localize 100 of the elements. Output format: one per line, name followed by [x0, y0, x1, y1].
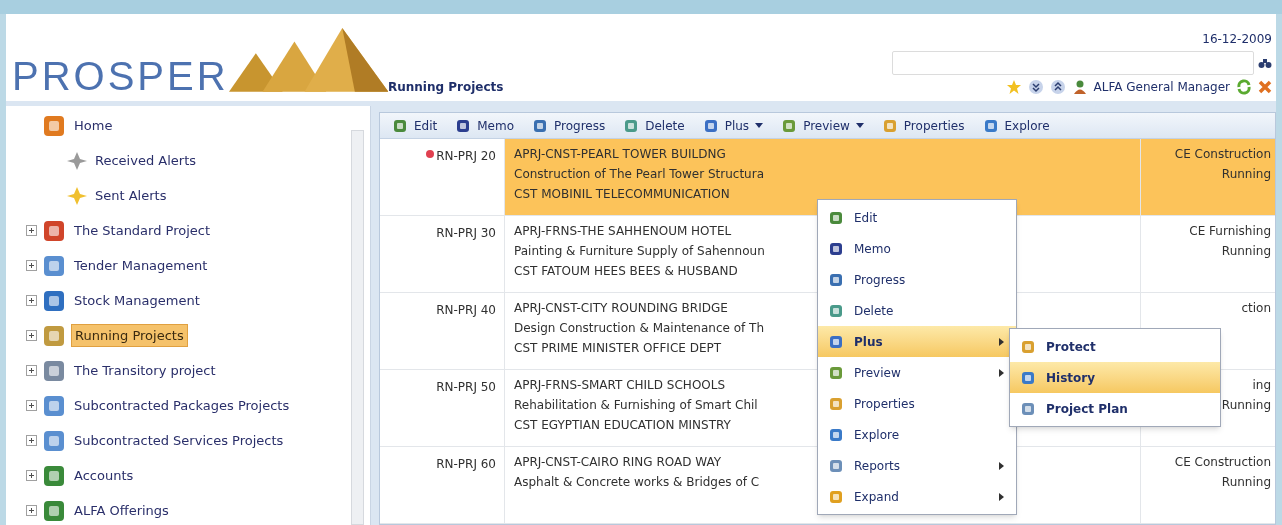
tree-item[interactable]: Sent Alerts [92, 185, 170, 206]
project-line: Asphalt & Concrete works & Bridges of C [514, 474, 760, 491]
toolbar-icon [982, 117, 999, 134]
expand-icon[interactable] [26, 330, 37, 341]
project-line: CST FATOUM HEES BEES & HUSBAND [514, 263, 738, 280]
submenu-arrow-icon [999, 337, 1004, 346]
submenu-arrow-icon [999, 492, 1004, 501]
menu-item[interactable]: Plus [818, 326, 1016, 357]
tree-item[interactable]: The Standard Project [71, 219, 214, 242]
toolbar-button[interactable]: Progress [532, 116, 606, 135]
project-id: RN-PRJ 40 [436, 302, 496, 319]
star-icon[interactable] [1005, 79, 1022, 95]
tree-item[interactable]: Tender Management [71, 254, 211, 277]
project-id: RN-PRJ 60 [436, 456, 496, 473]
status-text: Running [1220, 474, 1271, 491]
toolbar-icon [881, 117, 898, 134]
tree-item[interactable]: Subcontracted Packages Projects [71, 394, 293, 417]
status-text: ction [1240, 300, 1271, 317]
close-icon[interactable] [1258, 80, 1272, 94]
submenu-arrow-icon [999, 461, 1004, 470]
tree-item[interactable]: The Transitory project [71, 359, 219, 382]
status-text: ing [1251, 377, 1271, 394]
menu-item[interactable]: Progress [818, 264, 1016, 295]
expand-icon[interactable] [26, 365, 37, 376]
refresh-icon[interactable] [1236, 79, 1252, 95]
menu-icon [828, 395, 844, 412]
menu-icon [828, 488, 844, 505]
date-text: 16-12-2009 [1202, 31, 1272, 48]
project-id: RN-PRJ 30 [436, 225, 496, 242]
toolbar-icon [781, 117, 798, 134]
chevrons-up-icon[interactable] [1049, 79, 1066, 95]
menu-icon [828, 271, 844, 288]
page-title: Running Projects [388, 79, 504, 96]
toolbar-button[interactable]: Edit [392, 116, 438, 135]
status-text: CE Furnishing [1188, 223, 1271, 240]
toolbar-button[interactable]: Memo [455, 116, 515, 135]
project-line: Rehabilitation & Furnishing of Smart Chil [514, 397, 758, 414]
toolbar-button[interactable]: Preview [781, 116, 864, 135]
menu-icon [828, 364, 844, 381]
chevrons-down-icon[interactable] [1027, 79, 1044, 95]
toolbar-button[interactable]: Explore [982, 116, 1050, 135]
logo-text: PROSPER [12, 56, 229, 98]
expand-icon[interactable] [26, 435, 37, 446]
toolbar-button[interactable]: Delete [623, 116, 685, 135]
toolbar-icon [455, 117, 472, 134]
menu-icon [828, 240, 844, 257]
menu-item[interactable]: Delete [818, 295, 1016, 326]
search-field[interactable] [892, 51, 1254, 75]
menu-icon [828, 209, 844, 226]
project-line: Painting & Furniture Supply of Sahennoun [514, 243, 765, 260]
tree-item[interactable]: Accounts [71, 464, 137, 487]
scrollbar[interactable] [351, 130, 364, 525]
menu-item[interactable]: Memo [818, 233, 1016, 264]
menu-icon [828, 302, 844, 319]
toolbar-icon [702, 117, 719, 134]
tree-item[interactable]: ALFA Offerings [71, 499, 172, 522]
tree-item[interactable]: Running Projects [71, 323, 188, 348]
menu-icon [828, 457, 844, 474]
project-line: Construction of The Pearl Tower Structura [514, 166, 764, 183]
tree-item[interactable]: Home [71, 114, 116, 137]
project-line: Design Construction & Maintenance of Th [514, 320, 765, 337]
expand-icon[interactable] [26, 470, 37, 481]
status-text: Running [1220, 397, 1271, 414]
user-icon[interactable] [1071, 79, 1088, 95]
status-text: CE Construction [1173, 146, 1271, 163]
menu-item[interactable]: Expand [818, 481, 1016, 512]
status-text: CE Construction [1173, 454, 1271, 471]
menu-item[interactable]: Reports [818, 450, 1016, 481]
menu-icon [1020, 338, 1036, 355]
status-text: Running [1220, 243, 1271, 260]
toolbar-icon [623, 117, 640, 134]
project-line: APRJ-CNST-CAIRO RING ROAD WAY [514, 454, 722, 471]
toolbar-icon [392, 117, 408, 134]
caret-icon [755, 123, 764, 128]
menu-item[interactable]: History [1010, 362, 1220, 393]
project-line: CST PRIME MINISTER OFFICE DEPT [514, 340, 722, 357]
menu-icon [828, 426, 844, 443]
expand-icon[interactable] [26, 505, 37, 516]
toolbar-button[interactable]: Properties [881, 116, 965, 135]
project-line: APRJ-CNST-CITY ROUNDING BRIDGE [514, 300, 728, 317]
binoculars-icon[interactable] [1258, 57, 1272, 69]
expand-icon[interactable] [26, 225, 37, 236]
toolbar-button[interactable]: Plus [702, 116, 764, 135]
expand-icon[interactable] [26, 295, 37, 306]
project-line: CST MOBINIL TELECOMMUNICATION [514, 186, 730, 203]
project-line: APRJ-FRNS-THE SAHHENOUM HOTEL [514, 223, 732, 240]
status-text: Running [1220, 166, 1271, 183]
tree-item[interactable]: Subcontracted Services Projects [71, 429, 287, 452]
expand-icon[interactable] [26, 260, 37, 271]
project-line: CST EGYPTIAN EDUCATION MINSTRY [514, 417, 731, 434]
tree-item[interactable]: Received Alerts [92, 150, 199, 171]
expand-icon[interactable] [26, 400, 37, 411]
project-line: APRJ-CNST-PEARL TOWER BUILDNG [514, 146, 726, 163]
caret-icon [855, 123, 864, 128]
menu-icon [1020, 400, 1036, 417]
menu-icon [828, 333, 844, 350]
project-line: APRJ-FRNS-SMART CHILD SCHOOLS [514, 377, 726, 394]
toolbar-icon [532, 117, 549, 134]
tree-item[interactable]: Stock Management [71, 289, 203, 312]
submenu-arrow-icon [999, 368, 1004, 377]
